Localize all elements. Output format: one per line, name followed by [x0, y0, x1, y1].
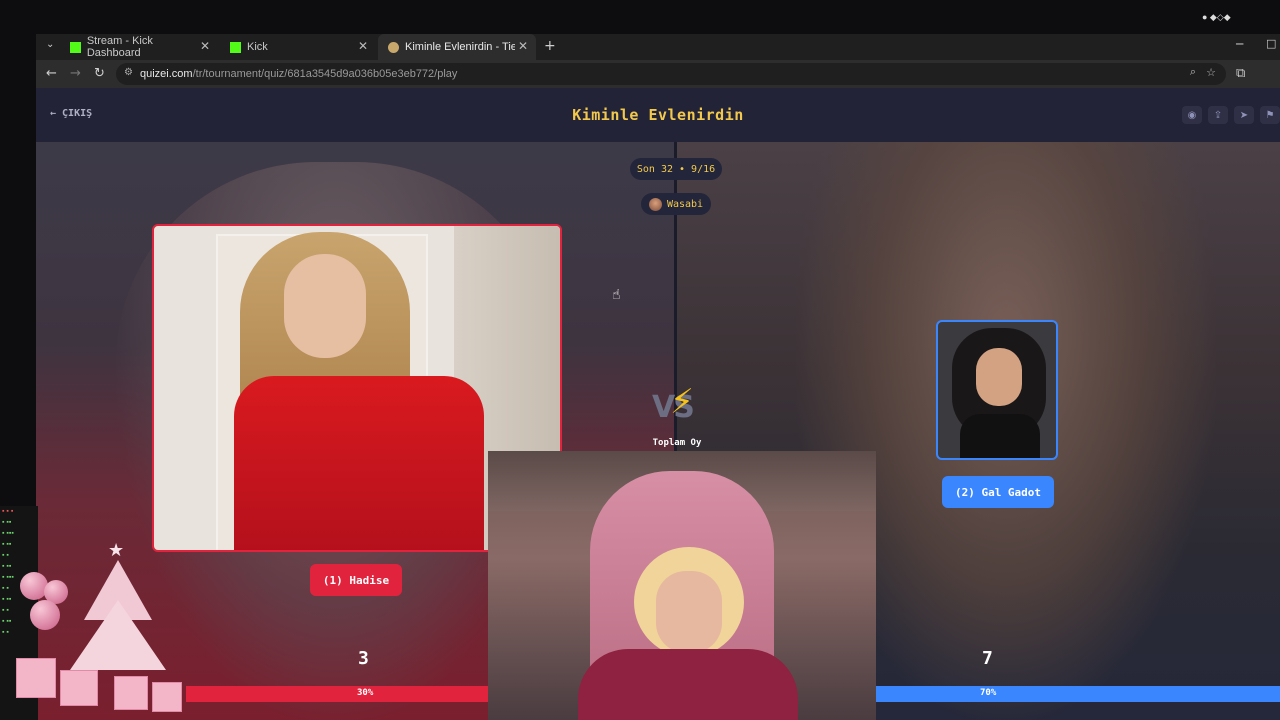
tab-quiz[interactable]: Kiminle Evlenirdin - Tier List, Kr ✕: [378, 34, 536, 60]
reload-icon[interactable]: ↻: [94, 66, 105, 81]
flag-icon[interactable]: ⚑: [1260, 106, 1280, 124]
close-icon[interactable]: ✕: [518, 39, 528, 53]
bookmark-star-icon[interactable]: ☆: [1206, 66, 1216, 79]
left-vote-percent: 30%: [357, 688, 374, 698]
minimize-icon[interactable]: ─: [1236, 37, 1243, 51]
page-header: ← ÇIKIŞ Kiminle Evlenirdin ◉ ⇪ ➤ ⚑: [36, 88, 1280, 142]
total-votes-label: Toplam Oy: [652, 438, 702, 448]
choose-left-button[interactable]: (1) Hadise: [310, 564, 402, 596]
vs-icon: VS ⚡: [652, 382, 695, 425]
maximize-icon[interactable]: □: [1266, 37, 1276, 50]
left-vote-fill: [186, 686, 515, 702]
url-host: quizei.com: [140, 68, 193, 80]
christmas-tree-decoration: ★: [16, 540, 194, 720]
share-icon[interactable]: ⇪: [1208, 106, 1228, 124]
site-info-icon[interactable]: ⚙: [124, 67, 133, 78]
tab-kick[interactable]: Kick ✕: [220, 34, 376, 60]
close-icon[interactable]: ✕: [358, 39, 368, 53]
eye-icon[interactable]: ◉: [1182, 106, 1202, 124]
tab-list-icon[interactable]: ⌄: [46, 39, 54, 50]
quizei-icon: [388, 41, 399, 53]
header-actions: ◉ ⇪ ➤ ⚑: [1182, 106, 1280, 124]
user-badge: Wasabi: [641, 193, 711, 215]
arrow-left-icon: ←: [50, 108, 57, 119]
url-field[interactable]: ⚙ quizei.com/tr/tournament/quiz/681a3545…: [116, 63, 1226, 85]
exit-button[interactable]: ← ÇIKIŞ: [50, 108, 92, 119]
forward-icon[interactable]: →: [70, 66, 81, 81]
zoom-icon[interactable]: ⌕: [1190, 66, 1196, 79]
back-icon[interactable]: ←: [46, 66, 57, 81]
exit-label: ÇIKIŞ: [62, 108, 93, 119]
address-bar-row: ← → ↻ ⚙ quizei.com/tr/tournament/quiz/68…: [36, 60, 1280, 88]
stream-logo: ● ◆◇◆: [1202, 12, 1231, 22]
right-vote-percent: 70%: [980, 688, 997, 698]
round-badge: Son 32 • 9/16: [630, 158, 722, 180]
browser-tab-bar: ⌄ Stream - Kick Dashboard ✕ Kick ✕ Kimin…: [36, 34, 1280, 60]
extensions-icon[interactable]: ⧉: [1236, 66, 1245, 81]
left-vote-count: 3: [358, 648, 369, 669]
user-name: Wasabi: [666, 198, 704, 210]
kick-icon: [230, 41, 241, 53]
tab-title: Kick: [247, 41, 268, 53]
webcam-overlay: [488, 451, 876, 720]
url-path: /tr/tournament/quiz/681a3545d9a036b05e3e…: [192, 68, 458, 80]
kick-icon: [70, 41, 81, 53]
choose-right-button[interactable]: (2) Gal Gadot: [942, 476, 1054, 508]
mouse-cursor: ☝: [612, 287, 621, 303]
tab-title: Kiminle Evlenirdin - Tier List, Kr: [405, 41, 515, 53]
page-title: Kiminle Evlenirdin: [572, 106, 744, 124]
avatar: [648, 197, 662, 211]
right-option-image[interactable]: [936, 320, 1058, 460]
send-icon[interactable]: ➤: [1234, 106, 1254, 124]
tab-title: Stream - Kick Dashboard: [86, 35, 153, 59]
right-vote-count: 7: [982, 648, 993, 669]
new-tab-button[interactable]: +: [544, 38, 556, 54]
tab-kick-dashboard[interactable]: Stream - Kick Dashboard ✕: [60, 34, 218, 60]
close-icon[interactable]: ✕: [200, 39, 210, 53]
